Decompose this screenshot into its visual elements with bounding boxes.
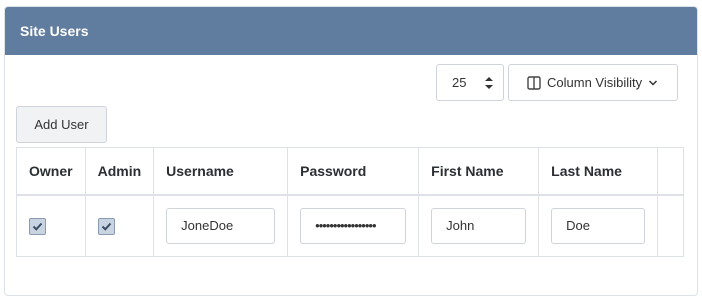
last-name-input[interactable]: Doe [551, 207, 646, 244]
username-cell: JoneDoe [153, 194, 289, 257]
column-visibility-label: Column Visibility [547, 75, 643, 90]
checkmark-icon [32, 222, 43, 231]
table-row: JoneDoe ••••••••••••••••• John Doe [16, 194, 685, 257]
first-name-cell: John [418, 194, 540, 257]
column-header-username[interactable]: Username [153, 147, 289, 196]
password-cell: ••••••••••••••••• [287, 194, 420, 257]
owner-checkbox[interactable] [29, 217, 46, 235]
extra-cell [657, 194, 685, 257]
select-arrows-icon [485, 77, 493, 89]
column-visibility-button[interactable]: Column Visibility [508, 64, 678, 101]
card-title: Site Users [5, 7, 697, 55]
last-name-cell: Doe [538, 194, 659, 257]
column-header-password[interactable]: Password [287, 147, 420, 196]
add-user-button[interactable]: Add User [16, 106, 107, 143]
admin-cell [84, 194, 155, 257]
first-name-input[interactable]: John [431, 207, 527, 244]
columns-icon [527, 75, 541, 90]
column-header-first-name[interactable]: First Name [418, 147, 540, 196]
chevron-down-icon [649, 79, 658, 86]
password-input[interactable]: ••••••••••••••••• [300, 207, 407, 244]
column-header-admin[interactable]: Admin [84, 147, 155, 196]
column-header-extra [657, 147, 685, 196]
page-length-select[interactable]: 25 [436, 64, 504, 101]
page-length-value: 25 [452, 75, 467, 90]
owner-cell [16, 194, 86, 257]
admin-checkbox[interactable] [97, 217, 115, 235]
username-input[interactable]: JoneDoe [166, 207, 276, 244]
column-header-last-name[interactable]: Last Name [538, 147, 659, 196]
users-table: Owner Admin Username Password First Name… [16, 147, 685, 257]
table-header-row: Owner Admin Username Password First Name… [16, 147, 685, 196]
checkmark-icon [101, 222, 111, 231]
column-header-owner[interactable]: Owner [16, 147, 86, 196]
